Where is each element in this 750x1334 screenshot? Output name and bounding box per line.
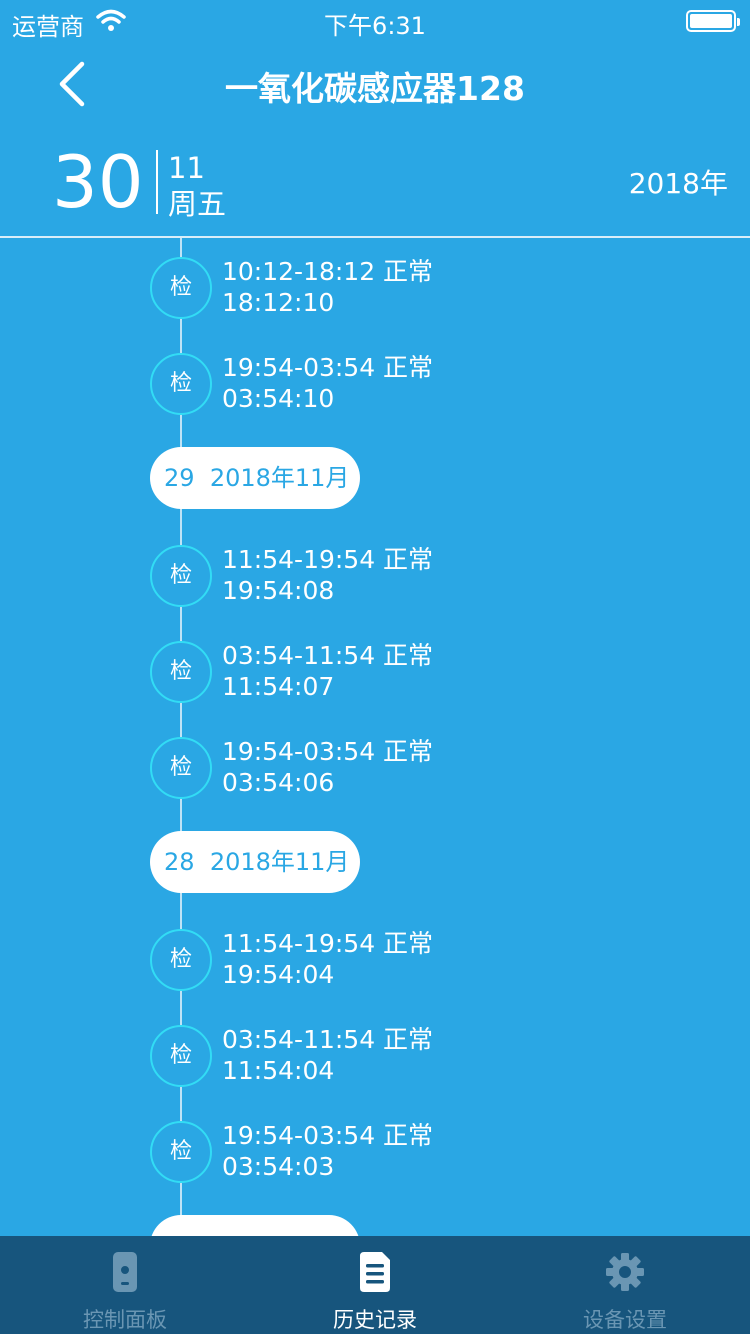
entry-time: 18:12:10 (222, 288, 335, 317)
check-badge: 检 (150, 1025, 212, 1087)
date-pill: 29 2018年11月 (150, 447, 360, 509)
date-pill: 28 2018年11月 (150, 831, 360, 893)
entry-time: 03:54:03 (222, 1152, 335, 1181)
entry-time: 19:54:04 (222, 960, 335, 989)
entry-period-status: 03:54-11:54 正常 (222, 641, 434, 670)
current-weekday: 周五 (168, 187, 227, 221)
check-badge: 检 (150, 737, 212, 799)
status-bar: 运营商 下午6:31 (0, 0, 750, 41)
check-badge: 检 (150, 641, 212, 703)
history-entry[interactable]: 检 11:54-19:54 正常 19:54:04 (0, 910, 750, 1006)
entry-time: 03:54:10 (222, 384, 335, 413)
entry-period-status: 03:54-11:54 正常 (222, 1025, 434, 1054)
date-divider (156, 150, 158, 214)
history-entry[interactable]: 检 19:54-03:54 正常 03:54:03 (0, 1102, 750, 1198)
current-year: 2018年 (628, 167, 728, 200)
tab-bar: 控制面板 历史记录 设备设置 (0, 1236, 750, 1334)
tab-label: 设备设置 (583, 1308, 667, 1332)
entry-period-status: 19:54-03:54 正常 (222, 1121, 434, 1150)
history-entry[interactable]: 检 19:54-03:54 正常 03:54:10 (0, 334, 750, 430)
history-entry[interactable]: 检 19:54-03:54 正常 03:54:06 (0, 718, 750, 814)
entry-period-status: 11:54-19:54 正常 (222, 545, 434, 574)
page-title: 一氧化碳感应器128 (225, 69, 525, 108)
date-pill-day: 29 (164, 464, 195, 492)
remote-control-icon (113, 1252, 137, 1292)
history-entry[interactable]: 检 11:54-19:54 正常 19:54:08 (0, 526, 750, 622)
history-entry[interactable]: 检 03:54-11:54 正常 11:54:07 (0, 622, 750, 718)
date-group-header: 29 2018年11月 (0, 429, 750, 525)
entry-period-status: 19:54-03:54 正常 (222, 353, 434, 382)
check-badge: 检 (150, 353, 212, 415)
tab-label: 历史记录 (333, 1308, 417, 1332)
entry-period-status: 11:54-19:54 正常 (222, 929, 434, 958)
document-list-icon (360, 1252, 390, 1292)
entry-period-status: 19:54-03:54 正常 (222, 737, 434, 766)
check-badge: 检 (150, 1121, 212, 1183)
history-entry[interactable]: 检 03:54-11:54 正常 11:54:04 (0, 1006, 750, 1102)
check-badge: 检 (150, 545, 212, 607)
date-pill (150, 1215, 360, 1236)
tab-control-panel[interactable]: 控制面板 (0, 1236, 250, 1334)
history-entry[interactable]: 检 10:12-18:12 正常 18:12:10 (0, 238, 750, 334)
entry-time: 19:54:08 (222, 576, 335, 605)
check-badge: 检 (150, 929, 212, 991)
date-group-header (0, 1197, 750, 1236)
tab-label: 控制面板 (83, 1308, 167, 1332)
status-time: 下午6:31 (324, 12, 426, 40)
battery-icon (686, 10, 740, 32)
check-badge: 检 (150, 257, 212, 319)
date-pill-month: 2018年11月 (209, 848, 350, 876)
date-group-header: 28 2018年11月 (0, 813, 750, 909)
entry-time: 11:54:04 (222, 1056, 335, 1085)
tab-history[interactable]: 历史记录 (250, 1236, 500, 1334)
tab-device-settings[interactable]: 设备设置 (500, 1236, 750, 1334)
history-timeline[interactable]: 检 10:12-18:12 正常 18:12:10 检 19:54-03:54 … (0, 238, 750, 1236)
entry-time: 11:54:07 (222, 672, 335, 701)
entry-period-status: 10:12-18:12 正常 (222, 257, 434, 286)
date-pill-day: 28 (164, 848, 195, 876)
current-month: 11 (168, 151, 205, 185)
date-pill-month: 2018年11月 (209, 464, 350, 492)
gear-icon (606, 1253, 644, 1291)
entry-time: 03:54:06 (222, 768, 335, 797)
current-day: 30 (52, 140, 144, 224)
